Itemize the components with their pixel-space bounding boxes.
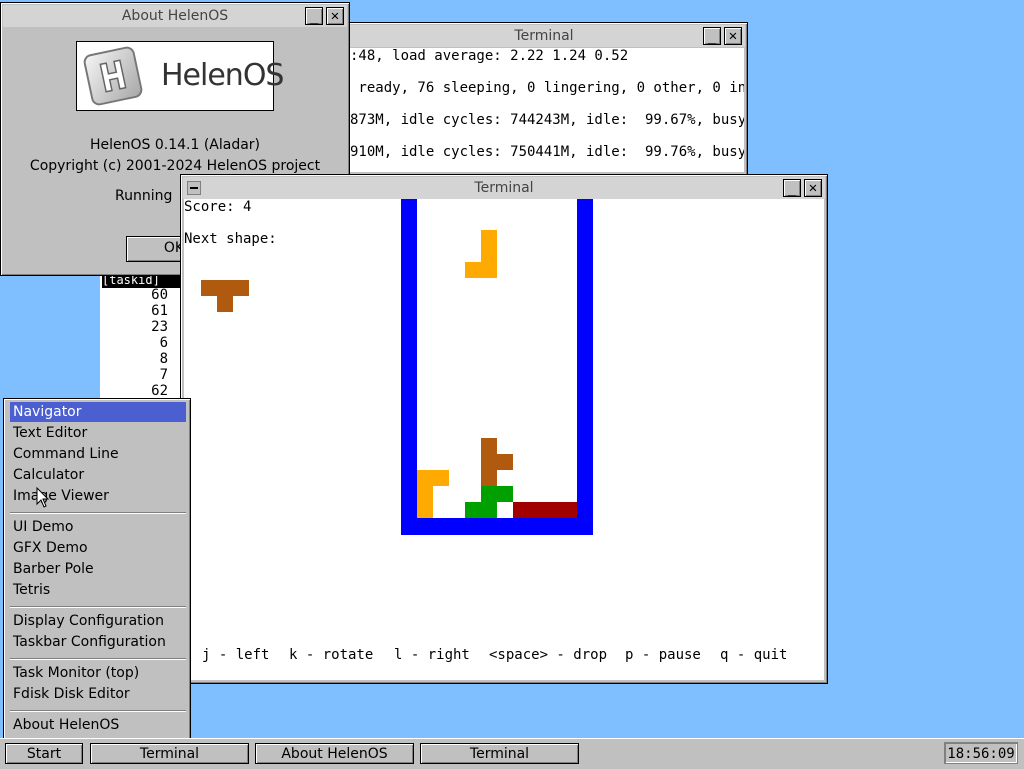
stack-block: [417, 486, 433, 518]
stack-block: [481, 486, 513, 502]
start-menu[interactable]: Navigator Text Editor Command Line Calcu…: [3, 398, 191, 740]
stack-block: [481, 438, 497, 486]
menu-item-text-editor[interactable]: Text Editor: [10, 423, 186, 443]
cpu0-line: 873M, idle cycles: 744243M, idle: 99.67%…: [350, 112, 744, 128]
taskbar-window-terminal-2[interactable]: Terminal: [420, 743, 579, 764]
task-id: 60: [151, 287, 168, 303]
help-rotate: k - rotate: [289, 647, 374, 663]
stack-block: [465, 502, 497, 518]
task-id: 62: [151, 383, 168, 399]
menu-item-command-line[interactable]: Command Line: [10, 444, 186, 464]
menu-separator: [10, 512, 186, 514]
terminal-window-top[interactable]: Terminal _ ✕ :48, load average: 2.22 1.2…: [340, 22, 748, 176]
tetris-terminal-window[interactable]: Terminal _ ✕ Score: 4 Next shape: j - le…: [180, 174, 828, 684]
helenos-h-icon: [82, 45, 144, 107]
task-id: 23: [151, 319, 168, 335]
tetris-screen[interactable]: Score: 4 Next shape: j - left k - rotate…: [184, 199, 824, 680]
menu-item-display-configuration[interactable]: Display Configuration: [10, 611, 186, 631]
terminal-titlebar[interactable]: Terminal _ ✕: [343, 25, 745, 47]
taskbar-window-about[interactable]: About HelenOS: [255, 743, 414, 764]
helenos-logo: HelenOS: [76, 41, 284, 111]
menu-separator: [10, 710, 186, 712]
next-shape-block: [201, 280, 249, 296]
menu-separator: [10, 606, 186, 608]
help-drop: <space> - drop: [489, 647, 608, 663]
mouse-cursor-icon: [36, 487, 50, 508]
next-shape-block: [217, 296, 233, 312]
help-left: j - left: [202, 647, 270, 663]
about-titlebar[interactable]: About HelenOS _ ✕: [3, 5, 347, 27]
menu-item-fdisk-disk-editor[interactable]: Fdisk Disk Editor: [10, 684, 186, 704]
task-id: 61: [151, 303, 168, 319]
minimize-button[interactable]: _: [305, 7, 323, 25]
task-list-panel: [taskid] 60 61 23 6 8 7 62: [100, 270, 184, 400]
tetris-window-title: Terminal: [474, 180, 534, 196]
menu-item-navigator[interactable]: Navigator: [10, 402, 186, 422]
taskbar: Start Terminal About HelenOS Terminal 18…: [0, 738, 1024, 769]
close-button[interactable]: ✕: [326, 7, 344, 25]
menu-item-tetris[interactable]: Tetris: [10, 580, 186, 600]
about-copyright: Copyright (c) 2001-2024 HelenOS project: [29, 158, 321, 174]
menu-item-taskbar-configuration[interactable]: Taskbar Configuration: [10, 632, 186, 652]
task-id: 7: [159, 367, 168, 383]
cpu1-line: 910M, idle cycles: 750441M, idle: 99.76%…: [350, 144, 744, 160]
menu-item-gfx-demo[interactable]: GFX Demo: [10, 538, 186, 558]
close-button[interactable]: ✕: [724, 27, 742, 45]
stack-block: [497, 454, 513, 470]
menu-item-barber-pole[interactable]: Barber Pole: [10, 559, 186, 579]
close-button[interactable]: ✕: [804, 179, 822, 197]
taskbar-window-terminal[interactable]: Terminal: [90, 743, 249, 764]
about-version: HelenOS 0.14.1 (Aladar): [89, 137, 261, 153]
well-floor: [401, 518, 593, 535]
start-button[interactable]: Start: [5, 743, 83, 764]
menu-item-calculator[interactable]: Calculator: [10, 465, 186, 485]
task-id: 6: [159, 335, 168, 351]
about-running: Running: [115, 188, 173, 204]
menu-item-ui-demo[interactable]: UI Demo: [10, 517, 186, 537]
about-title: About HelenOS: [121, 8, 229, 24]
menu-item-about-helenos[interactable]: About HelenOS: [10, 715, 186, 735]
helenos-wordmark: HelenOS: [161, 58, 284, 93]
next-shape-label: Next shape:: [184, 231, 277, 247]
uptime-line: :48, load average: 2.22 1.24 0.52: [350, 48, 629, 64]
falling-piece-block: [465, 262, 497, 278]
terminal-output: :48, load average: 2.22 1.24 0.52 ready,…: [344, 48, 744, 172]
stack-block: [513, 502, 577, 518]
window-menu-icon[interactable]: [187, 181, 201, 195]
score-label: Score: 4: [184, 199, 252, 215]
well-left-wall: [401, 199, 417, 535]
menu-separator: [10, 658, 186, 660]
tasks-line: ready, 76 sleeping, 0 lingering, 0 other…: [350, 80, 744, 96]
next-shape-preview: [201, 280, 249, 312]
menu-item-task-monitor[interactable]: Task Monitor (top): [10, 663, 186, 683]
falling-piece-block: [481, 230, 497, 262]
stack-block: [417, 470, 449, 486]
terminal-title: Terminal: [514, 28, 574, 44]
help-pause: p - pause: [625, 647, 701, 663]
help-right: l - right: [394, 647, 470, 663]
tetris-well: [401, 199, 593, 535]
tetris-titlebar[interactable]: Terminal _ ✕: [183, 177, 825, 199]
help-quit: q - quit: [720, 647, 788, 663]
minimize-button[interactable]: _: [783, 179, 801, 197]
well-right-wall: [577, 199, 593, 535]
minimize-button[interactable]: _: [703, 27, 721, 45]
task-id: 8: [159, 351, 168, 367]
taskbar-clock: 18:56:09: [944, 742, 1018, 764]
